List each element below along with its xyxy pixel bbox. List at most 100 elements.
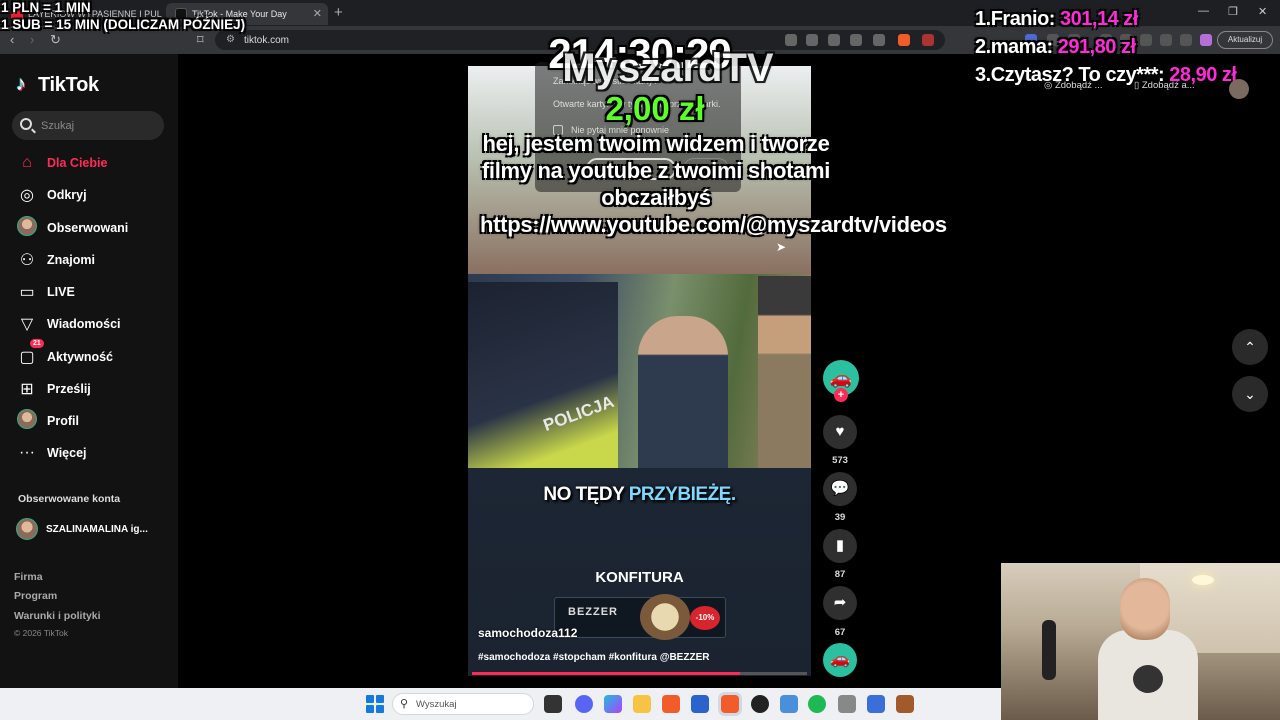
webcam-lamp [1192, 575, 1214, 585]
copyright: © 2026 TikTok [14, 628, 68, 638]
subtitle-highlight: PRZYBIEŻĘ. [628, 484, 736, 505]
site-info-icon[interactable]: ⚙ [226, 34, 235, 45]
brave-active-icon[interactable] [721, 695, 739, 713]
search-input[interactable] [12, 111, 164, 140]
leaderboard-row: 2.mama: 291,80 zł [975, 36, 1136, 59]
comment-count: 39 [834, 512, 846, 523]
avatar[interactable] [1229, 79, 1249, 99]
calculator-icon[interactable] [838, 695, 856, 713]
next-video-button[interactable]: ⌄ [1232, 376, 1268, 412]
sidebar-item-more[interactable]: ··· Więcej [12, 439, 172, 467]
forward-icon[interactable]: › [30, 32, 34, 47]
close-window-icon[interactable]: ✕ [1258, 5, 1267, 18]
sidebar-item-home[interactable]: ⌂ Dla Ciebie [12, 149, 172, 177]
notepad-icon[interactable] [867, 695, 885, 713]
subtitle-text: NO TĘDY [543, 484, 629, 505]
sound-disc[interactable]: 🚗 [823, 643, 857, 677]
sidebar-item-avatar[interactable]: Obserwowani [12, 214, 172, 242]
leaderboard-rank: 2. [975, 36, 991, 58]
brave-shield-icon[interactable] [898, 34, 910, 46]
update-button[interactable]: Aktualizuj [1217, 31, 1273, 49]
follow-plus-icon[interactable]: + [834, 388, 848, 402]
comment-button[interactable]: 💬 [823, 472, 857, 506]
browser-tile[interactable]: ◎ Zdobądź ... [1044, 80, 1102, 98]
save-count: 87 [834, 569, 846, 580]
tiktok-note-icon [16, 73, 34, 96]
leaderboard-rank: 3. [975, 64, 991, 86]
leaderboard-amount: 301,14 zł [1060, 8, 1138, 30]
rule-pln: 1 PLN = 1 MIN [1, 0, 91, 15]
heart-icon: ♥ [835, 423, 845, 440]
tiktok-logo[interactable]: TikTok [16, 73, 99, 97]
sidebar-item-messages[interactable]: ▽ Wiadomości [12, 310, 172, 338]
new-tab-button[interactable]: + [334, 4, 343, 21]
minimize-icon[interactable]: — [1198, 5, 1209, 17]
brave-icon[interactable] [662, 695, 680, 713]
share-icon[interactable] [873, 34, 885, 46]
sidebar-item-label: LIVE [47, 285, 75, 299]
sidebar-item-label: Profil [47, 414, 79, 428]
followed-account-item[interactable]: SZALINAMALINA ig... [16, 518, 148, 540]
vpn-icon[interactable] [1180, 34, 1192, 46]
close-tab-icon[interactable]: ✕ [313, 7, 322, 20]
sponsor-mascot-icon [640, 594, 690, 640]
leaderboard-name: mama: [990, 36, 1053, 58]
leaderboard-row: 1.Franio: 301,14 zł [975, 8, 1138, 31]
app-icon[interactable] [896, 695, 914, 713]
start-button[interactable] [366, 695, 384, 713]
translate-icon[interactable] [828, 34, 840, 46]
search-icon: ⚲ [400, 698, 409, 710]
bookmark-icon: ▮ [835, 537, 845, 554]
like-count: 573 [832, 455, 848, 466]
sidebar-item-compass[interactable]: ◎ Odkryj [12, 181, 172, 209]
reload-icon[interactable]: ↻ [50, 32, 61, 48]
share-button[interactable]: ➦ [823, 586, 857, 620]
previous-video-button[interactable]: ⌃ [1232, 329, 1268, 365]
video-author[interactable]: samochodoza112 [478, 626, 577, 640]
zoom-icon[interactable] [850, 34, 862, 46]
wallet-icon[interactable] [1140, 34, 1152, 46]
sidebar-item-activity[interactable]: ▢ 21 Aktywność [12, 339, 172, 371]
app-icon[interactable] [780, 695, 798, 713]
sidebar-item-friends[interactable]: ⚇ Znajomi [12, 246, 172, 274]
share-count: 67 [834, 627, 846, 638]
maximize-icon[interactable]: ❐ [1228, 5, 1238, 18]
video-hashtags[interactable]: #samochodoza #stopcham #konfitura @BEZZE… [478, 652, 709, 663]
webcam-microphone [1042, 620, 1056, 680]
discord-icon[interactable] [575, 695, 593, 713]
sidebar-item-label: Aktywność [47, 350, 113, 364]
store-icon[interactable] [691, 695, 709, 713]
footer-link-company[interactable]: Firma [14, 571, 43, 583]
comment-icon: 💬 [830, 480, 850, 497]
search-icon [20, 118, 32, 130]
file-explorer-icon[interactable] [633, 695, 651, 713]
rule-sub: 1 SUB = 15 MIN (DOLICZAM PÓŹNIEJ) [1, 17, 246, 32]
chevron-up-icon: ⌃ [1244, 339, 1256, 355]
task-view-icon[interactable] [544, 695, 562, 713]
taskbar-search-input[interactable] [392, 693, 534, 715]
obs-icon[interactable] [751, 695, 769, 713]
bookmark-icon[interactable]: ⌑ [197, 32, 204, 48]
sidebar-item-upload[interactable]: ⊞ Prześlij [12, 375, 172, 403]
like-button[interactable]: ♥ [823, 415, 857, 449]
leo-ai-icon[interactable] [1160, 34, 1172, 46]
spotify-icon[interactable] [808, 695, 826, 713]
tile-icon: ◎ [1044, 80, 1055, 91]
sidebar-item-live[interactable]: ▭ LIVE [12, 278, 172, 306]
footer-link-terms[interactable]: Warunki i polityki [14, 610, 101, 622]
brave-rewards-icon[interactable] [922, 34, 934, 46]
sidebar-item-label: Więcej [47, 446, 87, 460]
home-icon: ⌂ [22, 154, 32, 171]
sidebar-item-profile[interactable]: Profil [12, 407, 172, 435]
person-figure [758, 276, 811, 468]
back-icon[interactable]: ‹ [10, 32, 14, 47]
tile-label: Zdobądź ... [1054, 80, 1103, 91]
browser-tile[interactable]: ▯ Zdobądź a... [1134, 80, 1195, 98]
copilot-icon[interactable] [604, 695, 622, 713]
leaderboard-name: Franio: [990, 8, 1056, 30]
messages-icon: ▽ [20, 316, 34, 333]
footer-link-program[interactable]: Program [14, 590, 57, 602]
save-button[interactable]: ▮ [823, 529, 857, 563]
profile-icon[interactable] [1200, 34, 1212, 46]
sidebar-item-label: Znajomi [47, 253, 95, 267]
